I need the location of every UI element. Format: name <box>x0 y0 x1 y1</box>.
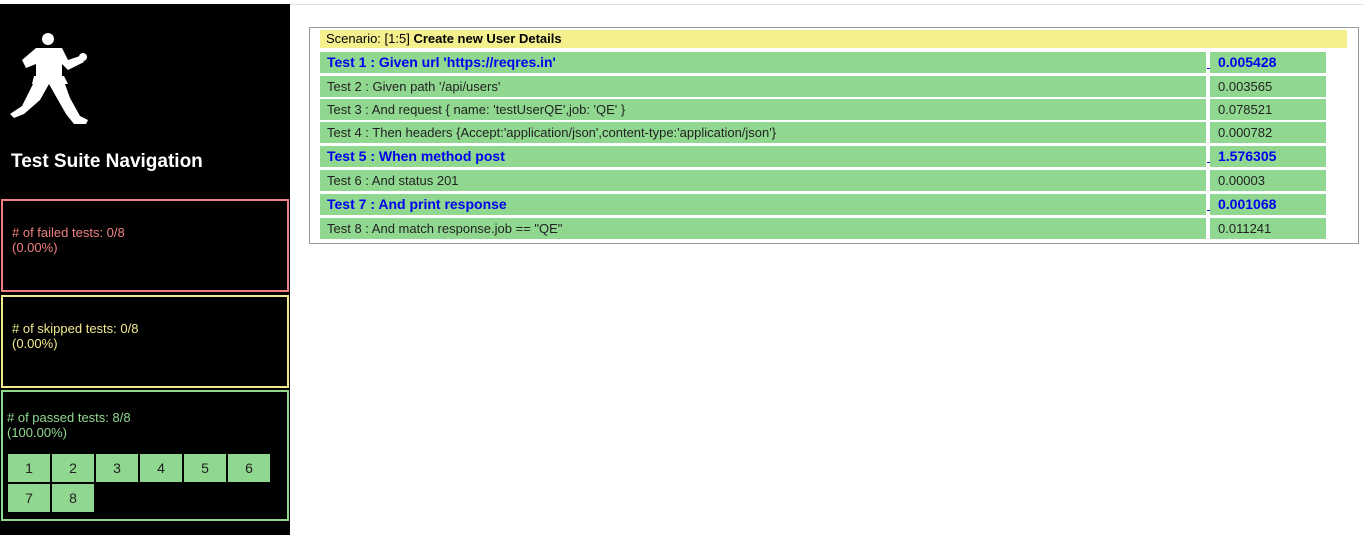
test-row-7[interactable]: Test 7 : And print response 0.001068 <box>320 194 1336 215</box>
test-row-8: Test 8 : And match response.job == "QE" … <box>320 218 1336 239</box>
scenario-prefix: Scenario: [1:5] <box>326 31 414 46</box>
failed-tests-percent: (0.00%) <box>12 240 58 255</box>
page-button-8[interactable]: 8 <box>52 484 94 512</box>
test-step-label[interactable]: Test 7 : And print response <box>320 194 1206 215</box>
nav-title: Test Suite Navigation <box>11 151 203 172</box>
page-button-5[interactable]: 5 <box>184 454 226 482</box>
scenario-header: Scenario: [1:5] Create new User Details <box>320 30 1347 48</box>
skipped-tests-label: # of skipped tests: 0/8 <box>12 321 139 336</box>
test-row-3: Test 3 : And request { name: 'testUserQE… <box>320 99 1336 120</box>
passed-tests-percent: (100.00%) <box>7 425 67 440</box>
page-button-1[interactable]: 1 <box>8 454 50 482</box>
page-button-6[interactable]: 6 <box>228 454 270 482</box>
scenario-panel: Scenario: [1:5] Create new User Details … <box>309 27 1359 244</box>
test-step-label[interactable]: Test 5 : When method post <box>320 146 1206 167</box>
test-duration: 0.011241 <box>1210 218 1326 239</box>
test-duration[interactable]: 1.576305 <box>1210 146 1326 167</box>
page-button-3[interactable]: 3 <box>96 454 138 482</box>
test-row-2: Test 2 : Given path '/api/users' 0.00356… <box>320 76 1336 97</box>
test-row-6: Test 6 : And status 201 0.00003 <box>320 170 1336 191</box>
sidebar: Test Suite Navigation # of failed tests:… <box>0 4 290 535</box>
test-step-label: Test 4 : Then headers {Accept:'applicati… <box>320 122 1206 143</box>
test-row-4: Test 4 : Then headers {Accept:'applicati… <box>320 122 1336 143</box>
karate-figure-icon <box>10 33 88 124</box>
test-duration: 0.003565 <box>1210 76 1326 97</box>
test-row-1[interactable]: Test 1 : Given url 'https://reqres.in' 0… <box>320 52 1336 73</box>
test-duration: 0.00003 <box>1210 170 1326 191</box>
test-row-5[interactable]: Test 5 : When method post 1.576305 <box>320 146 1336 167</box>
passed-tests-label: # of passed tests: 8/8 <box>7 410 131 425</box>
test-step-label: Test 8 : And match response.job == "QE" <box>320 218 1206 239</box>
skipped-tests-box: # of skipped tests: 0/8 (0.00%) <box>1 295 289 388</box>
test-duration: 0.000782 <box>1210 122 1326 143</box>
skipped-tests-percent: (0.00%) <box>12 336 58 351</box>
test-duration[interactable]: 0.001068 <box>1210 194 1326 215</box>
test-step-label: Test 6 : And status 201 <box>320 170 1206 191</box>
failed-tests-box: # of failed tests: 0/8 (0.00%) <box>1 199 289 292</box>
page-button-2[interactable]: 2 <box>52 454 94 482</box>
page-button-4[interactable]: 4 <box>140 454 182 482</box>
test-step-label[interactable]: Test 1 : Given url 'https://reqres.in' <box>320 52 1206 73</box>
page-button-7[interactable]: 7 <box>8 484 50 512</box>
test-duration: 0.078521 <box>1210 99 1326 120</box>
passed-tests-box: # of passed tests: 8/8 (100.00%) 1 2 3 4… <box>1 390 289 521</box>
test-step-label: Test 2 : Given path '/api/users' <box>320 76 1206 97</box>
test-duration[interactable]: 0.005428 <box>1210 52 1326 73</box>
failed-tests-label: # of failed tests: 0/8 <box>12 225 125 240</box>
test-step-label: Test 3 : And request { name: 'testUserQE… <box>320 99 1206 120</box>
scenario-name: Create new User Details <box>413 31 562 46</box>
